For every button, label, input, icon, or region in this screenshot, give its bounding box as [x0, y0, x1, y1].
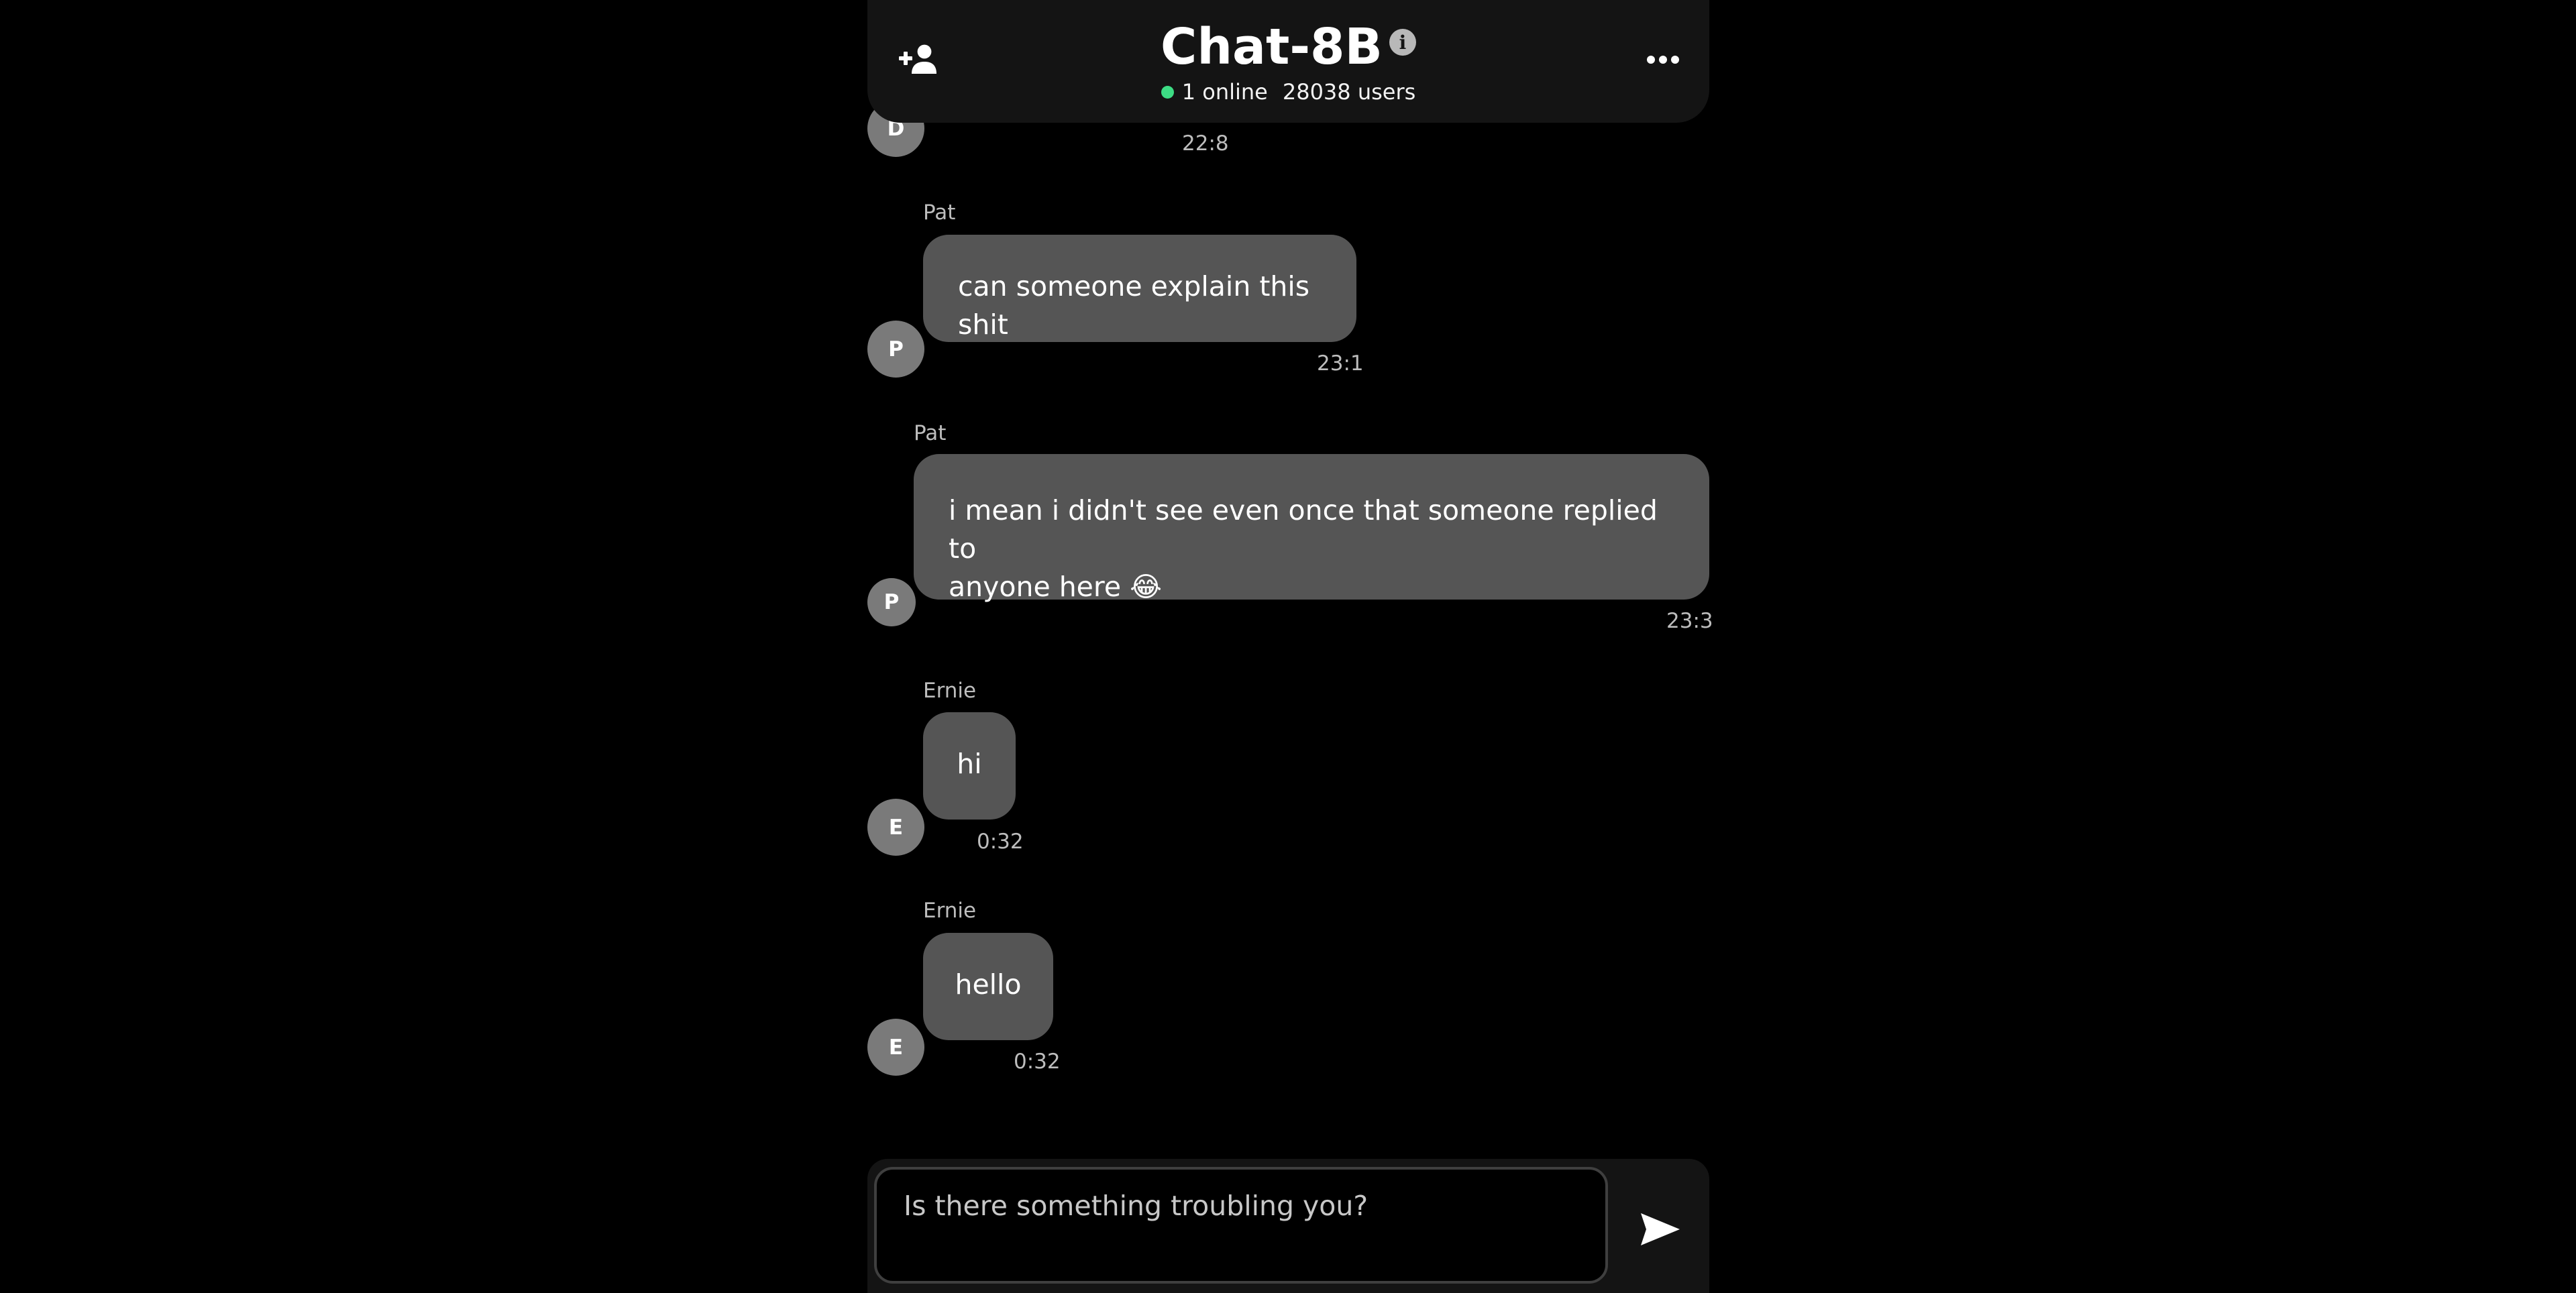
send-icon	[1641, 1213, 1680, 1245]
message-text: hi	[957, 748, 982, 780]
avatar: E	[867, 1019, 924, 1076]
send-button[interactable]	[1633, 1206, 1687, 1253]
message-bubble[interactable]: hi	[923, 712, 1016, 820]
avatar: P	[867, 321, 924, 378]
message-text: hello	[955, 968, 1022, 1001]
sender-name: Ernie	[923, 899, 977, 923]
avatar: E	[867, 799, 924, 856]
message-time: 22:8	[1182, 131, 1229, 156]
message-text: can someone explain this shit	[958, 270, 1310, 341]
online-indicator-icon	[1161, 85, 1174, 99]
chat-header: Chat-8B i 1 online 28038 users	[867, 0, 1709, 123]
more-horizontal-icon	[1647, 56, 1679, 64]
message-composer	[867, 1159, 1709, 1293]
message-time: 23:1	[1317, 351, 1364, 376]
message-bubble[interactable]: hello	[923, 933, 1053, 1040]
message-time: 23:3	[1666, 609, 1713, 633]
sender-name: Pat	[914, 421, 947, 445]
message-bubble[interactable]: i mean i didn't see even once that someo…	[914, 454, 1709, 603]
info-icon[interactable]: i	[1389, 29, 1416, 56]
app-stage: D 22:8 Pat can someone explain this shit…	[0, 0, 2576, 1293]
message-bubble[interactable]: can someone explain this shit	[923, 235, 1356, 342]
message-text-line: anyone here 😂	[949, 571, 1163, 603]
online-count: 1 online	[1181, 79, 1268, 105]
chat-status: 1 online 28038 users	[867, 79, 1709, 105]
sender-name: Ernie	[923, 679, 977, 703]
message-time: 0:32	[1014, 1050, 1061, 1074]
title-area: Chat-8B i	[867, 15, 1709, 79]
message-text-line: i mean i didn't see even once that someo…	[949, 494, 1658, 565]
message-time: 0:32	[977, 830, 1024, 854]
chat-title: Chat-8B	[1161, 18, 1383, 76]
more-options-button[interactable]	[1641, 44, 1685, 75]
chat-column: D 22:8 Pat can someone explain this shit…	[867, 0, 1713, 1293]
message-input[interactable]	[874, 1167, 1608, 1284]
sender-name: Pat	[923, 201, 956, 225]
avatar: P	[867, 578, 916, 626]
users-count: 28038 users	[1282, 79, 1416, 105]
